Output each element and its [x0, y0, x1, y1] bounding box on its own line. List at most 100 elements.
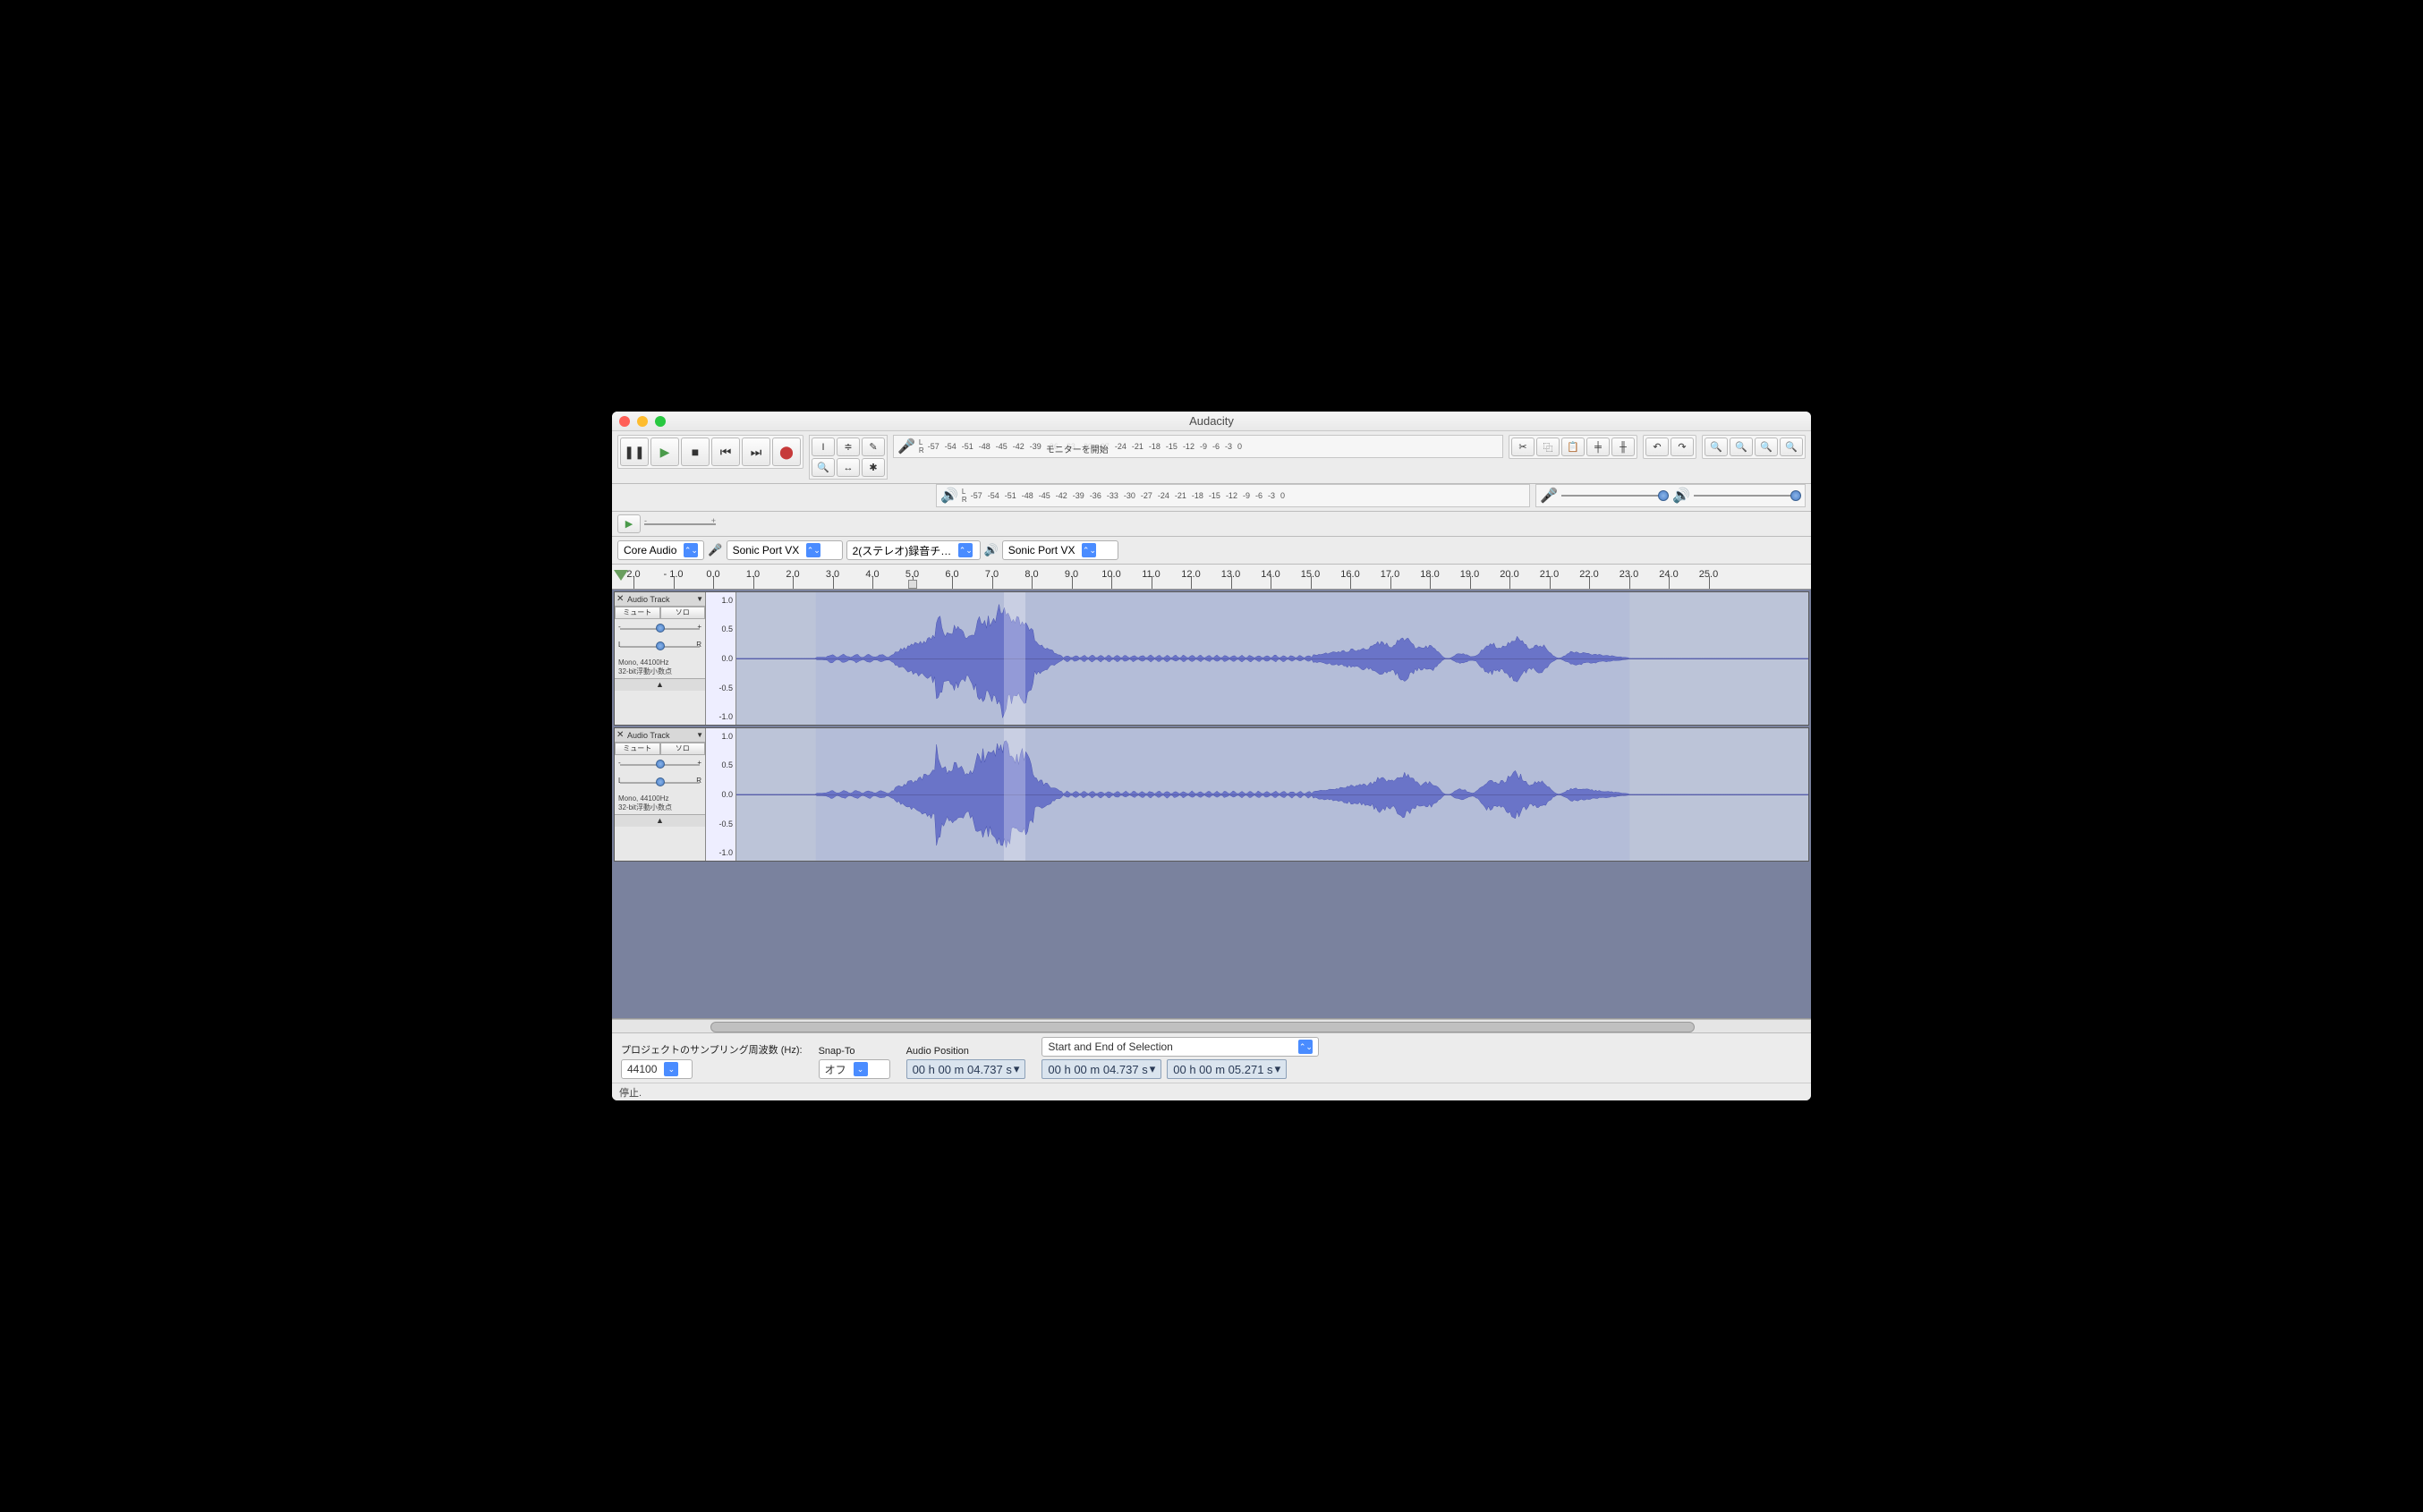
trim-button[interactable]: ╪ [1586, 437, 1610, 456]
track-collapse-button[interactable]: ▲ [615, 814, 705, 827]
snap-to-combo[interactable]: オフ⌄ [819, 1059, 890, 1079]
recording-device-combo[interactable]: Sonic Port VX⌃⌄ [727, 540, 843, 560]
monitor-start-label[interactable]: モニターを開始 [1044, 442, 1110, 455]
selection-mode-combo[interactable]: Start and End of Selection⌃⌄ [1041, 1037, 1319, 1057]
stop-button[interactable]: ■ [681, 437, 710, 466]
silence-button[interactable]: ╫ [1611, 437, 1635, 456]
mute-button[interactable]: ミュート [615, 607, 660, 619]
scissors-icon: ✂ [1518, 441, 1526, 453]
audio-track-1: ✕ Audio Track ▼ ミュート ソロ -+ LR Mono, [614, 591, 1809, 726]
redo-button[interactable]: ↷ [1671, 437, 1694, 456]
mic-icon: 🎤 [897, 437, 915, 455]
window-title: Audacity [612, 414, 1811, 428]
track-menu-button[interactable]: ▼ [696, 595, 703, 603]
timeshift-icon: ↔ [844, 463, 854, 473]
track-control-panel: ✕ Audio Track ▼ ミュート ソロ -+ LR Mono, [615, 728, 706, 861]
zoom-toolbar: 🔍 🔍 🔍 🔍 [1702, 435, 1806, 459]
project-rate-combo[interactable]: 44100⌄ [621, 1059, 693, 1079]
selection-end-value[interactable]: 00 h 00 m 05.271 s▾ [1167, 1059, 1287, 1079]
track-gain-slider[interactable]: -+ [620, 621, 700, 637]
audio-position-value[interactable]: 00 h 00 m 04.737 s▾ [906, 1059, 1026, 1079]
track-pan-slider[interactable]: LR [620, 775, 700, 791]
fit-project-button[interactable]: 🔍 [1780, 437, 1803, 456]
audio-host-combo[interactable]: Core Audio⌃⌄ [617, 540, 704, 560]
pause-button[interactable]: ❚❚ [620, 437, 649, 466]
envelope-icon: ≑ [844, 441, 852, 453]
play-button[interactable]: ▶ [650, 437, 679, 466]
recording-meter-scale: モニターを開始 -57-54-51-48-45-42-39-36-33-30-2… [928, 442, 1242, 451]
horizontal-scrollbar[interactable] [612, 1019, 1811, 1033]
play-speed-toolbar: ▶ -+ [612, 512, 1811, 537]
solo-button[interactable]: ソロ [660, 743, 706, 755]
track-pan-slider[interactable]: LR [620, 639, 700, 655]
tools-toolbar: I ≑ ✎ 🔍 ↔ ✱ [809, 435, 888, 480]
stop-icon: ■ [692, 445, 699, 459]
mute-button[interactable]: ミュート [615, 743, 660, 755]
device-toolbar: Core Audio⌃⌄ 🎤 Sonic Port VX⌃⌄ 2(ステレオ)録音… [612, 537, 1811, 565]
solo-button[interactable]: ソロ [660, 607, 706, 619]
track-collapse-button[interactable]: ▲ [615, 678, 705, 691]
paste-button[interactable]: 📋 [1561, 437, 1585, 456]
waveform-display[interactable] [736, 728, 1808, 861]
mixer-toolbar: 🎤 🔊 [1535, 484, 1806, 507]
titlebar: Audacity [612, 412, 1811, 431]
undo-button[interactable]: ↶ [1645, 437, 1669, 456]
playback-meter-scale: -57-54-51-48-45-42-39-36-33-30-27-24-21-… [971, 491, 1285, 500]
selection-start-value[interactable]: 00 h 00 m 04.737 s▾ [1041, 1059, 1161, 1079]
multi-tool[interactable]: ✱ [862, 458, 885, 477]
cut-button[interactable]: ✂ [1511, 437, 1535, 456]
playback-meter[interactable]: 🔊 LR -57-54-51-48-45-42-39-36-33-30-27-2… [936, 484, 1530, 507]
playback-device-combo[interactable]: Sonic Port VX⌃⌄ [1002, 540, 1118, 560]
trim-icon: ╪ [1594, 442, 1602, 453]
skip-start-icon: ⏮ [720, 445, 732, 460]
track-format-info: Mono, 44100Hz 32-bit浮動小数点 [615, 657, 705, 678]
transport-toolbar: ❚❚ ▶ ■ ⏮ ⏭ ⬤ [617, 435, 803, 469]
track-gain-slider[interactable]: -+ [620, 757, 700, 773]
project-rate-label: プロジェクトのサンプリング周波数 (Hz): [621, 1042, 803, 1057]
zoom-tool[interactable]: 🔍 [812, 458, 835, 477]
speaker-icon: 🔊 [940, 487, 958, 505]
secondary-toolbar: 🔊 LR -57-54-51-48-45-42-39-36-33-30-27-2… [612, 484, 1811, 512]
selection-tool[interactable]: I [812, 437, 835, 456]
selection-toolbar: プロジェクトのサンプリング周波数 (Hz): 44100⌄ Snap-To オフ… [612, 1033, 1811, 1083]
fit-sel-icon: 🔍 [1760, 441, 1773, 453]
skip-start-button[interactable]: ⏮ [711, 437, 740, 466]
draw-tool[interactable]: ✎ [862, 437, 885, 456]
vertical-scale[interactable]: 1.0 0.5 0.0 -0.5 -1.0 [706, 592, 736, 725]
timeline-ruler[interactable]: 2.0- 1.00.01.02.03.04.05.06.07.08.09.010… [612, 565, 1811, 590]
selection-region [1004, 728, 1025, 861]
main-toolbar: ❚❚ ▶ ■ ⏮ ⏭ ⬤ I ≑ ✎ 🔍 ↔ ✱ 🎤 LR モニターを開始 -5… [612, 431, 1811, 484]
pencil-icon: ✎ [869, 441, 877, 453]
silence-icon: ╫ [1620, 442, 1627, 453]
speaker-icon-3: 🔊 [984, 543, 999, 557]
skip-end-icon: ⏭ [751, 445, 762, 460]
track-close-button[interactable]: ✕ [616, 594, 627, 604]
edit-toolbar: ✂ ⿻ 📋 ╪ ╫ [1509, 435, 1637, 459]
zoom-icon: 🔍 [817, 462, 829, 473]
record-button[interactable]: ⬤ [772, 437, 801, 466]
multi-icon: ✱ [869, 462, 877, 473]
recording-channels-combo[interactable]: 2(ステレオ)録音チ…⌃⌄ [846, 540, 981, 560]
track-close-button[interactable]: ✕ [616, 730, 627, 740]
recording-volume-slider[interactable] [1561, 488, 1669, 503]
fit-selection-button[interactable]: 🔍 [1755, 437, 1778, 456]
waveform-display[interactable] [736, 592, 1808, 725]
play-at-speed-button[interactable]: ▶ [617, 514, 641, 533]
skip-end-button[interactable]: ⏭ [742, 437, 770, 466]
meter-lr-label: LR [919, 438, 924, 454]
envelope-tool[interactable]: ≑ [837, 437, 860, 456]
recording-meter[interactable]: 🎤 LR モニターを開始 -57-54-51-48-45-42-39-36-33… [893, 435, 1503, 458]
timeshift-tool[interactable]: ↔ [837, 458, 860, 477]
zoom-out-button[interactable]: 🔍 [1730, 437, 1753, 456]
vertical-scale[interactable]: 1.0 0.5 0.0 -0.5 -1.0 [706, 728, 736, 861]
audio-track-2: ✕ Audio Track ▼ ミュート ソロ -+ LR Mono, [614, 727, 1809, 862]
undo-toolbar: ↶ ↷ [1643, 435, 1696, 459]
tracks-area[interactable]: ✕ Audio Track ▼ ミュート ソロ -+ LR Mono, [612, 590, 1811, 1019]
track-control-panel: ✕ Audio Track ▼ ミュート ソロ -+ LR Mono, [615, 592, 706, 725]
track-menu-button[interactable]: ▼ [696, 731, 703, 739]
play-speed-slider[interactable]: -+ [644, 518, 716, 531]
play-icon: ▶ [660, 445, 670, 460]
playback-volume-slider[interactable] [1694, 488, 1801, 503]
copy-button[interactable]: ⿻ [1536, 437, 1560, 456]
zoom-in-button[interactable]: 🔍 [1705, 437, 1728, 456]
